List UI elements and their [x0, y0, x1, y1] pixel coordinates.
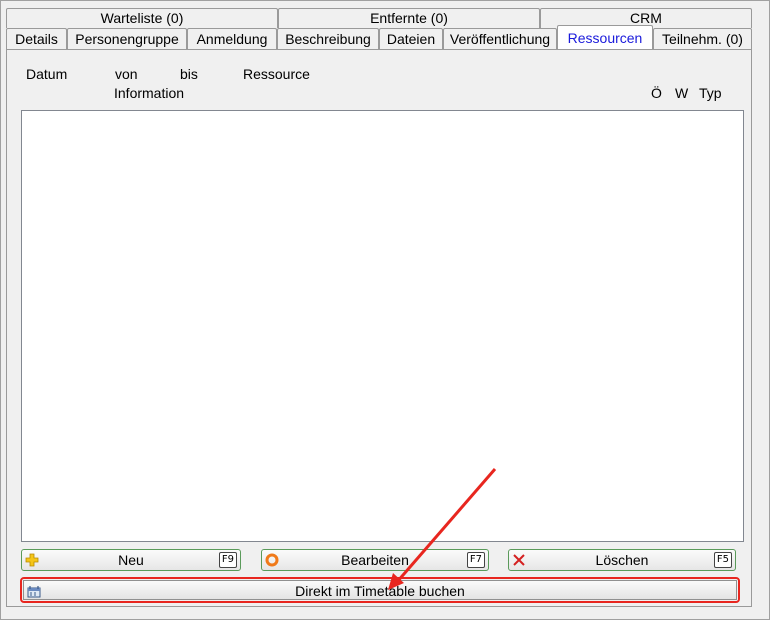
column-header-information[interactable]: Information	[114, 85, 184, 101]
neu-shortcut-key: F9	[218, 552, 237, 568]
column-header-typ[interactable]: Typ	[699, 85, 722, 101]
column-header-w[interactable]: W	[675, 85, 688, 101]
tab-personengruppe[interactable]: Personengruppe	[67, 28, 187, 49]
tab-veroeffentlichung[interactable]: Veröffentlichung	[443, 28, 557, 49]
tab-beschreibung[interactable]: Beschreibung	[277, 28, 379, 49]
column-header-datum[interactable]: Datum	[26, 66, 67, 82]
column-header-bis[interactable]: bis	[180, 66, 198, 82]
neu-button-label: Neu	[118, 552, 144, 568]
column-header-oe[interactable]: Ö	[651, 85, 662, 101]
tab-row-lower: Details Personengruppe Anmeldung Beschre…	[6, 25, 752, 49]
tab-anmeldung[interactable]: Anmeldung	[187, 28, 277, 49]
bearbeiten-shortcut-key: F7	[466, 552, 485, 568]
column-header-ressource[interactable]: Ressource	[243, 66, 310, 82]
loeschen-button[interactable]: Löschen F5	[508, 549, 736, 571]
loeschen-button-label: Löschen	[595, 552, 649, 568]
column-header-von[interactable]: von	[115, 66, 138, 82]
timetable-button-highlight: Direkt im Timetable buchen	[20, 577, 740, 603]
timetable-button[interactable]: Direkt im Timetable buchen	[23, 580, 737, 600]
tab-dateien[interactable]: Dateien	[379, 28, 443, 49]
tab-teilnehmer[interactable]: Teilnehm. (0)	[653, 28, 752, 49]
tab-warteliste[interactable]: Warteliste (0)	[6, 8, 278, 28]
tab-ressourcen[interactable]: Ressourcen	[557, 25, 653, 49]
bearbeiten-button-label: Bearbeiten	[341, 552, 409, 568]
neu-button[interactable]: Neu F9	[21, 549, 241, 571]
tab-entfernte[interactable]: Entfernte (0)	[278, 8, 540, 28]
timetable-button-label: Direkt im Timetable buchen	[295, 583, 465, 599]
ressourcen-list[interactable]	[21, 110, 744, 542]
bearbeiten-button[interactable]: Bearbeiten F7	[261, 549, 489, 571]
loeschen-shortcut-key: F5	[713, 552, 732, 568]
tab-details[interactable]: Details	[6, 28, 67, 49]
